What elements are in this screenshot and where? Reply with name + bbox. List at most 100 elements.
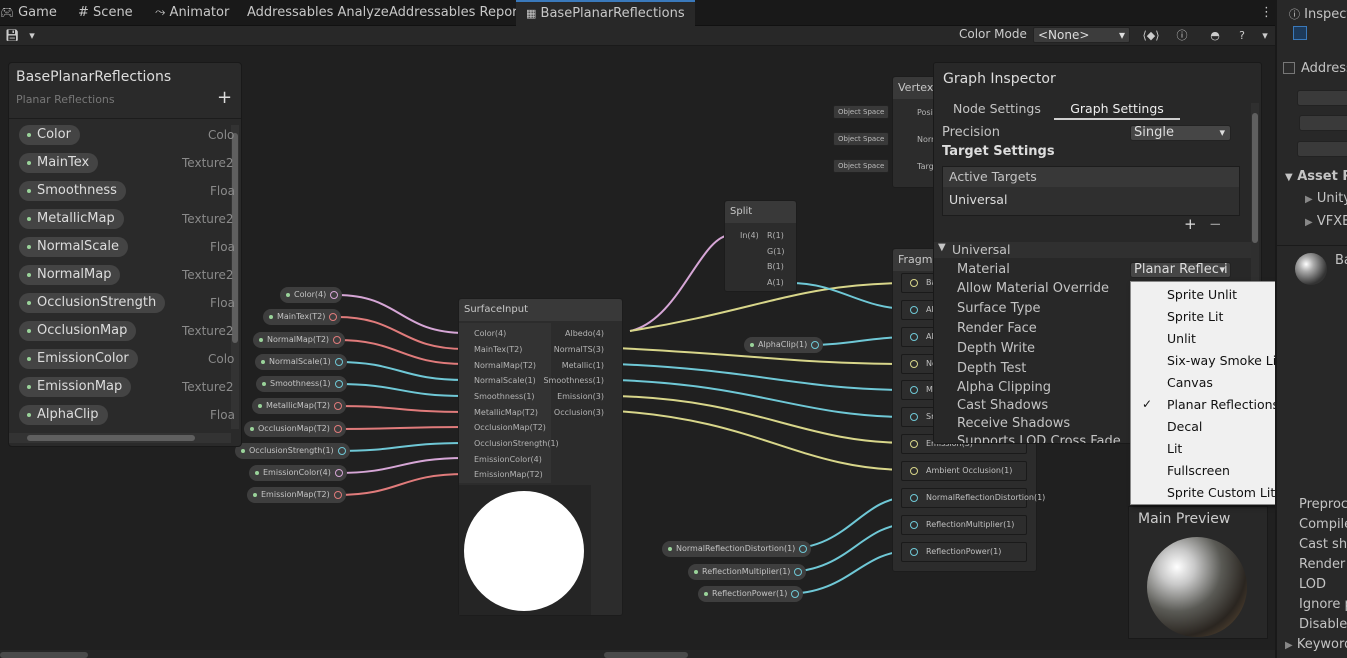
graph-property-maintex[interactable]: MainTex(T2) — [263, 309, 342, 325]
graph-property-reflectionpower[interactable]: ReflectionPower(1) — [698, 586, 804, 602]
space-tag[interactable]: Object Space — [833, 105, 890, 119]
preview-sphere[interactable] — [1147, 537, 1247, 637]
right-field[interactable] — [1299, 115, 1347, 131]
scroll-thumb[interactable] — [604, 652, 688, 658]
node-output-port[interactable]: G(1) — [767, 247, 785, 257]
vertex-port[interactable]: Posi — [917, 108, 933, 118]
menu-item[interactable]: Sprite Lit — [1167, 309, 1223, 324]
node-input-port[interactable]: OcclusionStrength(1) — [474, 439, 559, 449]
blackboard-item[interactable]: Color — [19, 125, 80, 145]
port-icon[interactable] — [910, 279, 918, 287]
node-input-port[interactable]: MetallicMap(T2) — [474, 408, 538, 418]
vertex-port[interactable]: Norr — [917, 135, 934, 145]
port-icon[interactable] — [337, 447, 346, 455]
tab-graph-settings[interactable]: Graph Settings — [1054, 101, 1180, 120]
blackboard-item[interactable]: EmissionMap — [19, 377, 132, 397]
node-output-port[interactable]: B(1) — [767, 262, 784, 272]
port-icon[interactable] — [910, 494, 918, 502]
graph-property-color[interactable]: Color(4) — [280, 287, 343, 303]
port-icon[interactable] — [910, 413, 918, 421]
space-tag[interactable]: Object Space — [833, 159, 890, 173]
universal-foldout[interactable]: ▼ Universal — [934, 242, 1251, 258]
port-icon[interactable] — [811, 341, 820, 349]
add-target-button[interactable]: + — [1184, 215, 1197, 233]
graph-property-smoothness[interactable]: Smoothness(1) — [256, 376, 347, 392]
port-icon[interactable] — [334, 402, 343, 410]
tab-node-settings[interactable]: Node Settings — [953, 101, 1041, 116]
scroll-thumb[interactable] — [27, 435, 195, 441]
fragment-block[interactable]: ReflectionMultiplier(1) — [901, 515, 1027, 535]
blackboard-item[interactable]: OcclusionStrength — [19, 293, 166, 313]
menu-item[interactable]: Sprite Unlit — [1167, 287, 1237, 302]
port-icon[interactable] — [333, 425, 342, 433]
scroll-thumb[interactable] — [0, 652, 88, 658]
graph-property-alphaclip[interactable]: AlphaClip(1) — [744, 337, 824, 353]
blackboard-item[interactable]: MetallicMap — [19, 209, 124, 229]
blackboard-item[interactable]: AlphaClip — [19, 405, 108, 425]
port-icon[interactable] — [910, 360, 918, 368]
node-output-port[interactable]: Metallic(1) — [562, 361, 604, 371]
unity-foldout[interactable]: ▶ Unity — [1305, 191, 1347, 206]
menu-item[interactable]: Canvas — [1167, 375, 1213, 390]
port-icon[interactable] — [794, 568, 803, 576]
node-output-port[interactable]: R(1) — [767, 231, 784, 241]
menu-item[interactable]: Unlit — [1167, 331, 1196, 346]
material-dropdown[interactable]: Planar Reflecti ▾ — [1130, 262, 1231, 278]
node-output-port[interactable]: Occlusion(3) — [554, 408, 604, 418]
surface-input-node[interactable]: SurfaceInput Color(4) MainTex(T2) Normal… — [458, 298, 623, 616]
fragment-block[interactable]: Ambient Occlusion(1) — [901, 461, 1027, 481]
node-output-port[interactable]: Albedo(4) — [565, 329, 604, 339]
right-field[interactable] — [1297, 141, 1347, 157]
remove-target-button[interactable]: − — [1209, 215, 1222, 233]
scroll-thumb[interactable] — [1252, 113, 1258, 243]
blackboard-item[interactable]: Smoothness — [19, 181, 126, 201]
tab-inspector[interactable]: ⓘ Inspect — [1289, 6, 1347, 22]
blackboard-hscrollbar[interactable] — [9, 433, 231, 443]
right-field[interactable] — [1297, 90, 1347, 106]
port-icon[interactable] — [334, 380, 343, 388]
graph-property-occlusionstrength[interactable]: OcclusionStrength(1) — [235, 443, 350, 459]
vertex-port[interactable]: Targ — [917, 162, 934, 172]
addressable-checkbox[interactable] — [1283, 62, 1295, 74]
port-icon[interactable] — [910, 386, 918, 394]
port-icon[interactable] — [910, 548, 918, 556]
port-icon[interactable] — [334, 358, 343, 366]
port-icon[interactable] — [910, 306, 918, 314]
port-icon[interactable] — [910, 440, 918, 448]
keywords-foldout[interactable]: ▶ Keyword — [1285, 637, 1347, 652]
node-output-port[interactable]: Smoothness(1) — [543, 376, 604, 386]
port-icon[interactable] — [334, 469, 343, 477]
node-output-port[interactable]: A(1) — [767, 278, 784, 288]
node-input-port[interactable]: OcclusionMap(T2) — [474, 423, 546, 433]
node-input-port[interactable]: EmissionColor(4) — [474, 455, 542, 465]
menu-item[interactable]: Six-way Smoke Lit — [1167, 353, 1281, 368]
port-icon[interactable] — [910, 333, 918, 341]
node-input-port[interactable]: Smoothness(1) — [474, 392, 535, 402]
port-icon[interactable] — [799, 545, 808, 553]
graph-property-normalmap[interactable]: NormalMap(T2) — [253, 332, 346, 348]
node-input-port[interactable]: NormalScale(1) — [474, 376, 536, 386]
menu-item[interactable]: Sprite Custom Lit — [1167, 485, 1275, 500]
add-property-button[interactable]: + — [217, 87, 232, 108]
node-output-port[interactable]: NormalTS(3) — [554, 345, 604, 355]
port-icon[interactable] — [329, 313, 338, 321]
port-icon[interactable] — [333, 336, 342, 344]
precision-dropdown[interactable]: Single ▾ — [1130, 125, 1231, 141]
graph-property-reflectionmultiplier[interactable]: ReflectionMultiplier(1) — [688, 564, 807, 580]
graph-hscrollbar[interactable] — [0, 650, 1275, 658]
blackboard-item[interactable]: EmissionColor — [19, 349, 138, 369]
blackboard-item[interactable]: NormalScale — [19, 237, 129, 257]
graph-property-emissioncolor[interactable]: EmissionColor(4) — [249, 465, 347, 481]
port-icon[interactable] — [791, 590, 800, 598]
blackboard-item[interactable]: NormalMap — [19, 265, 121, 285]
split-node[interactable]: Split In(4) R(1) G(1) B(1) A(1) — [724, 200, 797, 292]
fragment-block[interactable]: NormalReflectionDistortion(1) — [901, 488, 1045, 508]
node-input-port[interactable]: NormalMap(T2) — [474, 361, 536, 371]
node-output-port[interactable]: Emission(3) — [557, 392, 604, 402]
vfx-foldout[interactable]: ▶ VFXE — [1305, 214, 1347, 229]
graph-property-normalreflectiondistortion[interactable]: NormalReflectionDistortion(1) — [662, 541, 812, 557]
node-input-port[interactable]: EmissionMap(T2) — [474, 470, 543, 480]
port-icon[interactable] — [333, 491, 342, 499]
menu-item[interactable]: Lit — [1167, 441, 1182, 456]
fragment-block[interactable]: ReflectionPower(1) — [901, 542, 1027, 562]
